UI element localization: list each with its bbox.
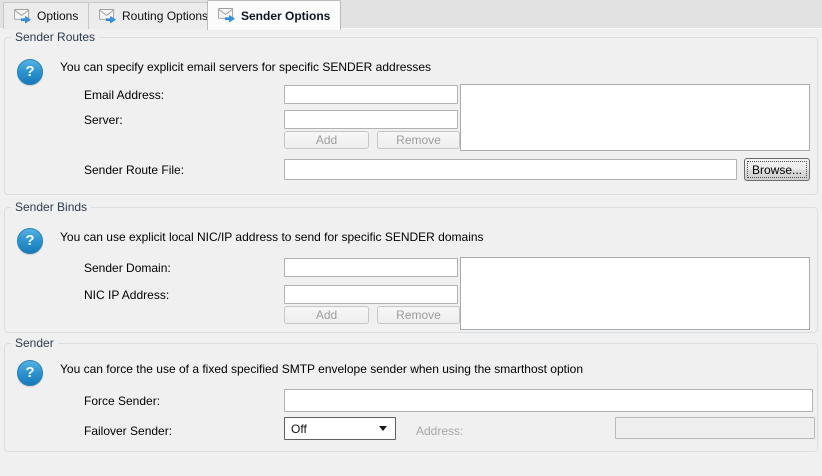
tab-sender-options-label: Sender Options: [241, 10, 330, 22]
force-sender-input[interactable]: [284, 389, 813, 412]
failover-sender-selected-value: Off: [291, 423, 379, 435]
sender-route-file-input[interactable]: [284, 159, 737, 180]
server-label: Server:: [84, 114, 123, 127]
tab-strip: Options Routing Options Sender Options: [0, 0, 822, 29]
chevron-down-icon: [379, 426, 387, 431]
sender-binds-list[interactable]: [460, 257, 810, 330]
help-icon: ?: [17, 59, 43, 85]
sender-binds-description: You can use explicit local NIC/IP addres…: [60, 230, 484, 244]
nic-ip-address-input[interactable]: [284, 285, 458, 304]
failover-sender-label: Failover Sender:: [84, 425, 172, 438]
mail-forward-icon: [99, 9, 117, 24]
failover-sender-dropdown[interactable]: Off: [284, 417, 396, 440]
mail-forward-icon: [14, 9, 32, 24]
nic-ip-address-label: NIC IP Address:: [84, 289, 169, 302]
browse-button[interactable]: Browse...: [744, 158, 810, 181]
sender-binds-add-button[interactable]: Add: [284, 306, 369, 324]
sender-routes-remove-button[interactable]: Remove: [377, 131, 460, 149]
email-address-label: Email Address:: [84, 89, 164, 102]
sender-options-panel: { "tabs": [ { "label": "Options", "activ…: [0, 0, 822, 476]
address-label: Address:: [416, 425, 463, 438]
sender-description: You can force the use of a fixed specifi…: [60, 362, 583, 376]
sender-routes-description: You can specify explicit email servers f…: [60, 60, 431, 74]
sender-routes-add-button[interactable]: Add: [284, 131, 369, 149]
tab-routing-options-label: Routing Options: [122, 10, 208, 22]
sender-binds-remove-button[interactable]: Remove: [377, 306, 460, 324]
sender-domain-label: Sender Domain:: [84, 262, 171, 275]
sender-domain-input[interactable]: [284, 258, 458, 277]
sender-group-title: Sender: [11, 336, 58, 350]
help-icon: ?: [17, 360, 43, 386]
sender-binds-group-title: Sender Binds: [11, 200, 91, 214]
sender-routes-group-title: Sender Routes: [11, 30, 99, 44]
server-input[interactable]: [284, 110, 458, 129]
help-icon: ?: [17, 228, 43, 254]
address-input[interactable]: [615, 417, 815, 439]
mail-forward-icon: [218, 8, 236, 23]
tab-options-label: Options: [37, 10, 78, 22]
force-sender-label: Force Sender:: [84, 395, 160, 408]
tab-options[interactable]: Options: [3, 2, 89, 29]
tab-sender-options[interactable]: Sender Options: [207, 0, 341, 30]
sender-routes-list[interactable]: [460, 84, 810, 151]
sender-route-file-label: Sender Route File:: [84, 164, 184, 177]
tab-routing-options[interactable]: Routing Options: [88, 2, 219, 29]
email-address-input[interactable]: [284, 85, 458, 104]
